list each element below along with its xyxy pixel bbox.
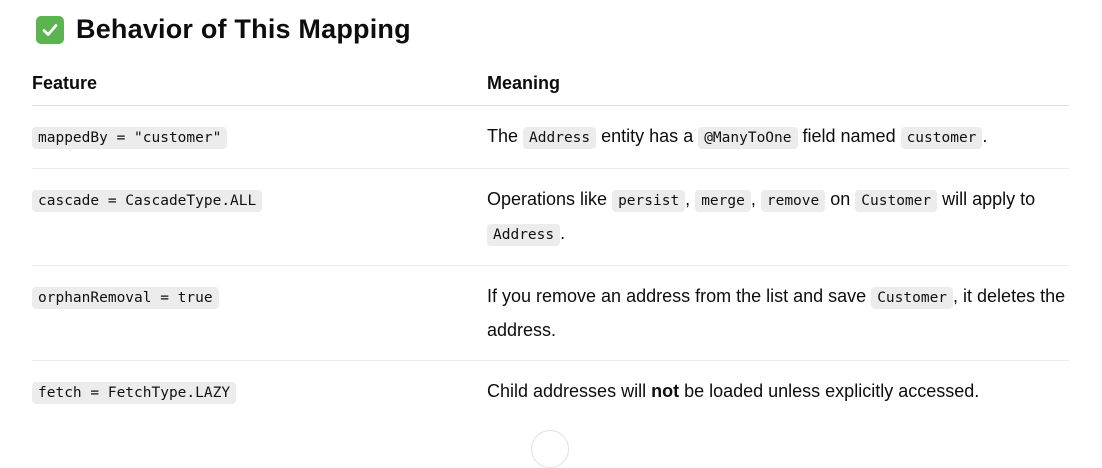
table-row: fetch = FetchType.LAZY Child addresses wi… <box>32 361 1069 424</box>
header-meaning: Meaning <box>487 62 1069 106</box>
meaning-text: If you remove an address from the list a… <box>487 286 872 306</box>
table-row: cascade = CascadeType.ALL Operations like… <box>32 168 1069 266</box>
feature-code: cascade = CascadeType.ALL <box>32 190 263 212</box>
feature-cell: cascade = CascadeType.ALL <box>32 168 487 266</box>
mapping-behavior-table: Feature Meaning mappedBy = "customer" The… <box>32 62 1069 423</box>
inline-code: Customer <box>871 287 954 309</box>
check-mark-icon <box>36 15 64 44</box>
table-header-row: Feature Meaning <box>32 62 1069 106</box>
meaning-text: , <box>750 189 761 209</box>
meaning-cell: Operations like persist, merge, remove o… <box>487 168 1069 266</box>
header-feature: Feature <box>32 62 487 106</box>
heading-title: Behavior of This Mapping <box>76 14 411 44</box>
meaning-cell: If you remove an address from the list a… <box>487 265 1069 361</box>
table-row: mappedBy = "customer" The Address entity … <box>32 105 1069 169</box>
inline-code: customer <box>900 127 983 149</box>
meaning-text: on <box>825 189 856 209</box>
meaning-text: The <box>487 126 524 146</box>
section-heading: Behavior of This Mapping <box>36 14 411 45</box>
inline-code: remove <box>760 190 826 212</box>
feature-cell: mappedBy = "customer" <box>32 105 487 169</box>
feature-code: orphanRemoval = true <box>32 287 219 309</box>
feature-code: mappedBy = "customer" <box>32 127 228 149</box>
table-row: orphanRemoval = true If you remove an add… <box>32 265 1069 361</box>
meaning-text: . <box>560 223 566 243</box>
inline-code: persist <box>612 190 686 212</box>
emphasis-text: not <box>651 381 680 401</box>
meaning-text: will apply to <box>937 189 1036 209</box>
inline-code: @ManyToOne <box>698 127 798 149</box>
meaning-text: be loaded unless explicitly accessed. <box>679 381 980 401</box>
inline-code: merge <box>695 190 751 212</box>
meaning-cell: The Address entity has a @ManyToOne fiel… <box>487 105 1069 169</box>
inline-code: Customer <box>855 190 938 212</box>
meaning-text: Operations like <box>487 189 613 209</box>
meaning-text: , <box>685 189 696 209</box>
feature-code: fetch = FetchType.LAZY <box>32 382 237 404</box>
inline-code: Address <box>487 224 561 246</box>
meaning-cell: Child addresses will not be loaded unles… <box>487 361 1069 424</box>
meaning-text: . <box>982 126 988 146</box>
meaning-text: entity has a <box>596 126 699 146</box>
meaning-text: field named <box>797 126 901 146</box>
feature-cell: orphanRemoval = true <box>32 265 487 361</box>
feature-cell: fetch = FetchType.LAZY <box>32 361 487 424</box>
meaning-text: Child addresses will <box>487 381 652 401</box>
inline-code: Address <box>523 127 597 149</box>
